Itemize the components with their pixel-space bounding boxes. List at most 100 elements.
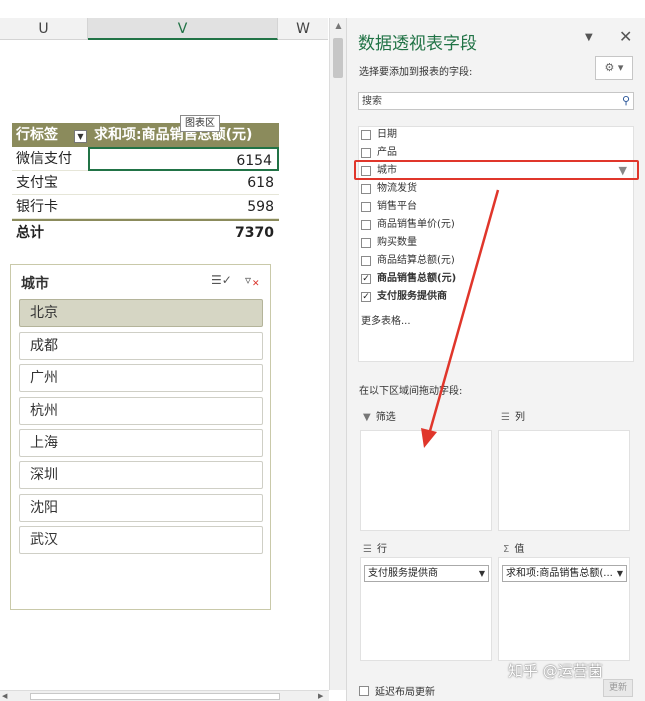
field-item-settlement-total[interactable]: 商品结算总额(元) [361,252,631,270]
field-list[interactable]: 日期 产品 城市 ▼ 物流发货 销售平台 商品销售单价(元) 购买数量 商品结算总… [358,126,634,362]
pivot-row[interactable]: 银行卡 598 [12,195,279,219]
values-drop-zone[interactable]: 求和项:商品销售总额(... ▼ [498,557,630,661]
slicer-item[interactable]: 北京 [19,299,263,327]
field-label: 产品 [377,147,397,158]
search-input[interactable] [359,93,613,109]
pane-title: 数据透视表字段 [358,34,477,54]
chevron-down-icon[interactable]: ▼ [479,566,485,581]
rows-icon: ☰ [363,544,372,555]
scroll-up-icon[interactable]: ▲ [330,18,346,34]
field-checkbox-checked[interactable]: ✓ [361,274,371,284]
pane-options-chevron-icon[interactable]: ▼ [585,32,593,43]
scroll-left-icon[interactable]: ◀ [2,691,7,701]
filters-drop-zone[interactable] [360,430,492,531]
field-item-city[interactable]: 城市 ▼ [361,162,631,180]
pivot-row-label: 支付宝 [16,175,58,191]
filter-funnel-icon[interactable]: ▼ [619,162,627,180]
field-checkbox[interactable] [361,238,371,248]
row-label-filter-icon[interactable]: ▼ [74,130,87,143]
slicer-item[interactable]: 杭州 [19,397,263,425]
field-item-date[interactable]: 日期 [361,126,631,144]
field-label: 商品销售单价(元) [377,219,455,230]
field-label: 物流发货 [377,183,417,194]
tools-gear-button[interactable]: ⚙ ▾ [595,56,633,80]
slicer-item[interactable]: 深圳 [19,461,263,489]
pivot-total-value: 7370 [235,225,274,241]
field-checkbox[interactable] [361,148,371,158]
field-item-platform[interactable]: 销售平台 [361,198,631,216]
field-checkbox[interactable] [361,130,371,140]
rows-field-label: 支付服务提供商 [368,568,438,579]
pivot-row-label: 银行卡 [16,199,58,215]
values-field-pill[interactable]: 求和项:商品销售总额(... ▼ [502,565,627,582]
slicer-item[interactable]: 广州 [19,364,263,392]
slicer-item[interactable]: 上海 [19,429,263,457]
pivot-row-label: 微信支付 [16,151,72,167]
pivot-total-row: 总计 7370 [12,219,279,243]
defer-update-label: 延迟布局更新 [375,687,435,698]
drag-fields-hint: 在以下区域间拖动字段: [359,386,463,397]
clear-filter-icon[interactable]: ▿ ✕ [245,273,260,289]
vertical-scrollbar[interactable]: ▲ [329,18,346,690]
city-slicer[interactable]: 城市 ☰✓ ▿ ✕ 北京 成都 广州 杭州 上海 深圳 沈阳 武汉 [10,264,271,610]
rows-field-pill[interactable]: 支付服务提供商 ▼ [364,565,489,582]
slicer-item[interactable]: 沈阳 [19,494,263,522]
pivot-row[interactable]: 微信支付 6154 [12,147,279,171]
field-label: 城市 [377,165,397,176]
column-header-u[interactable]: U [0,18,88,40]
field-item-quantity[interactable]: 购买数量 [361,234,631,252]
column-header-v[interactable]: V [88,18,278,40]
field-item-unit-price[interactable]: 商品销售单价(元) [361,216,631,234]
slicer-item[interactable]: 成都 [19,332,263,360]
columns-icon: ☰ [501,412,510,423]
chart-area-tooltip: 图表区 [180,115,220,132]
update-button[interactable]: 更新 [603,679,633,697]
pivot-total-label: 总计 [16,225,44,241]
column-header-w[interactable]: W [278,18,328,40]
field-label: 销售平台 [377,201,417,212]
slicer-item[interactable]: 武汉 [19,526,263,554]
field-label: 日期 [377,129,397,140]
field-search-box[interactable]: ⚲ [358,92,634,110]
field-label: 购买数量 [377,237,417,248]
field-checkbox[interactable] [361,184,371,194]
slicer-title: 城市 [21,276,49,292]
pivot-row-value[interactable]: 618 [88,171,279,195]
defer-layout-update[interactable]: 延迟布局更新 [359,683,435,698]
gear-icon: ⚙ [604,61,615,74]
chevron-down-icon[interactable]: ▼ [617,566,623,581]
filter-icon: ▼ [363,412,371,423]
watermark: 知乎 @运营菌 [508,662,603,680]
field-label: 商品销售总额(元) [377,273,457,284]
columns-drop-zone[interactable] [498,430,630,531]
more-tables-link[interactable]: 更多表格... [361,312,411,327]
sigma-icon: Σ [503,544,510,555]
field-label: 商品结算总额(元) [377,255,455,266]
multiselect-icon[interactable]: ☰✓ [211,273,232,287]
pivot-row[interactable]: 支付宝 618 [12,171,279,195]
pivot-row-value[interactable]: 598 [88,195,279,219]
close-icon[interactable]: ✕ [619,27,632,46]
field-item-payment-provider[interactable]: ✓ 支付服务提供商 [361,288,631,306]
horizontal-scroll-thumb[interactable] [30,693,280,700]
field-checkbox[interactable] [361,256,371,266]
field-item-product[interactable]: 产品 [361,144,631,162]
search-icon[interactable]: ⚲ [622,94,630,107]
pivot-table: 行标签 ▼ 求和项:商品销售总额(元) 微信支付 6154 支付宝 618 银行… [12,123,279,243]
horizontal-scrollbar[interactable]: ◀ ▶ [0,690,329,701]
scroll-thumb[interactable] [333,38,343,78]
scroll-right-icon[interactable]: ▶ [318,691,323,701]
filters-area-header: ▼ 筛选 [363,409,396,427]
pivot-row-value[interactable]: 6154 [88,147,279,171]
defer-update-checkbox[interactable] [359,686,369,696]
field-item-sales-total[interactable]: ✓ 商品销售总额(元) [361,270,631,288]
worksheet[interactable]: U V W 行标签 ▼ 求和项:商品销售总额(元) 微信支付 6154 支付宝 … [0,0,346,701]
field-checkbox[interactable] [361,166,371,176]
values-area-label: 值 [514,544,525,555]
field-checkbox-checked[interactable]: ✓ [361,292,371,302]
rows-drop-zone[interactable]: 支付服务提供商 ▼ [360,557,492,661]
field-item-logistics[interactable]: 物流发货 [361,180,631,198]
field-checkbox[interactable] [361,220,371,230]
columns-area-header: ☰ 列 [501,409,525,427]
field-checkbox[interactable] [361,202,371,212]
